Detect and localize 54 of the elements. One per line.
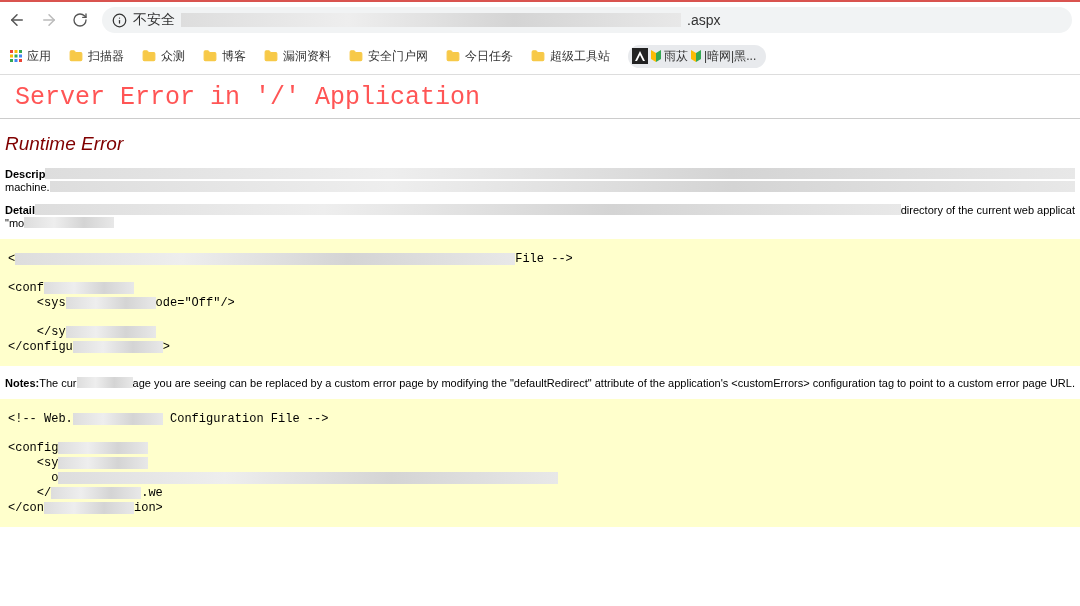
folder-bookmark[interactable]: 安全门户网 (349, 47, 428, 65)
badge-icon (691, 50, 701, 62)
apps-bookmark[interactable]: 应用 (10, 47, 51, 65)
text: Configuration File --> (169, 411, 329, 426)
folder-icon (446, 49, 460, 63)
address-bar[interactable]: 不安全 .aspx (102, 7, 1072, 33)
text: </sy (35, 325, 66, 339)
folder-icon (142, 49, 156, 63)
label: Descrip (5, 167, 46, 180)
text: The cur (39, 376, 77, 389)
folder-icon (203, 49, 217, 63)
text: .aspx (687, 12, 721, 28)
info-icon (112, 12, 127, 28)
text: < (8, 251, 16, 266)
text: > (162, 339, 170, 354)
text: </configu (8, 339, 73, 354)
text: </ (35, 485, 52, 500)
apps-grid-icon (10, 50, 22, 62)
text: File --> (515, 251, 573, 266)
text: machine. (5, 180, 50, 193)
redaction-block (76, 377, 133, 388)
security-label: 不安全 (133, 11, 175, 29)
text: <sy (35, 455, 59, 470)
text: <conf (8, 281, 44, 295)
back-button[interactable] (8, 11, 26, 29)
text: <!-- Web. (8, 411, 73, 426)
folder-icon (69, 49, 83, 63)
text: directory of the current web applicat (900, 203, 1075, 216)
folder-bookmark[interactable]: 扫描器 (69, 47, 124, 65)
folder-icon (264, 49, 278, 63)
text: "mo (5, 216, 25, 229)
text: ion> (134, 500, 163, 515)
label: Detail (5, 203, 35, 216)
folder-bookmark[interactable]: 博客 (203, 47, 246, 65)
text: o (50, 470, 59, 485)
folder-bookmark[interactable]: 超级工具站 (531, 47, 610, 65)
error-heading: Runtime Error (5, 133, 125, 155)
folder-icon (531, 49, 545, 63)
folder-bookmark[interactable]: 众测 (142, 47, 185, 65)
text: <sys (35, 295, 66, 310)
letter-a-logo-icon (632, 48, 648, 64)
label: Notes: (5, 376, 40, 389)
folder-icon (349, 49, 363, 63)
text: </con (8, 500, 44, 515)
text: <config (8, 441, 59, 455)
text: ode="Off"/> (155, 295, 235, 310)
page-title: Server Error in '/' Application (0, 75, 1080, 119)
folder-bookmark[interactable]: 漏洞资料 (264, 47, 331, 65)
folder-bookmark[interactable]: 今日任务 (446, 47, 513, 65)
reload-button[interactable] (72, 12, 88, 28)
text: .we (141, 485, 163, 500)
text: age you are seeing can be replaced by a custom error page by modifying the "defaultRedirect" attribute of the application's <customErrors> configuration tag to point to a custom error page URL. (132, 376, 1075, 389)
badge-icon (651, 50, 661, 62)
site-bookmark[interactable]: 雨苁 |暗网|黑... (628, 44, 767, 68)
